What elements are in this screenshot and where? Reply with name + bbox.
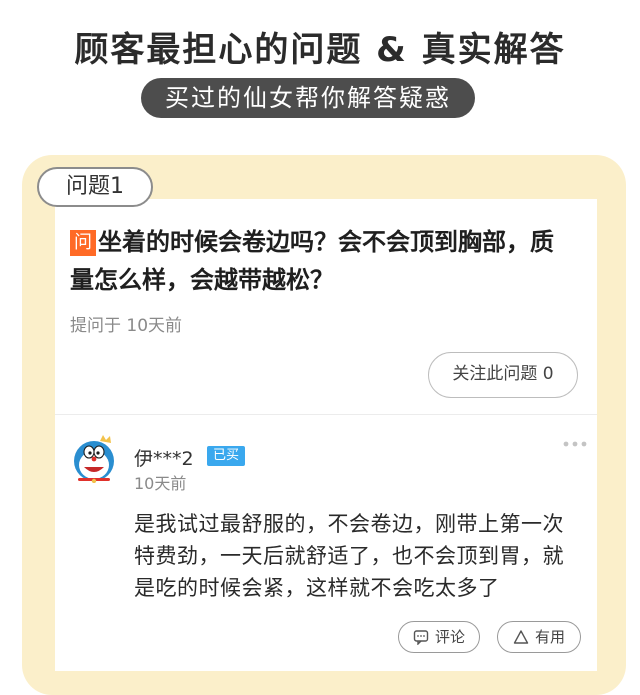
answerer-username[interactable]: 伊***2 (134, 444, 194, 471)
question-text: 坐着的时候会卷边吗？会不会顶到胸部，质量怎么样，会越带越松？ (70, 228, 554, 294)
question-title: 问坐着的时候会卷边吗？会不会顶到胸部，质量怎么样，会越带越松？ (70, 223, 570, 299)
comment-label: 评论 (434, 627, 465, 646)
answer-time: 10天前 (134, 474, 187, 493)
comment-icon (413, 630, 429, 645)
comment-button[interactable]: 评论 (398, 621, 480, 653)
doraemon-avatar-icon[interactable] (72, 435, 118, 484)
question-number-tag: 问题1 (37, 167, 153, 207)
subtitle-banner: 买过的仙女帮你解答疑惑 (141, 78, 475, 118)
follow-question-button[interactable]: 关注此问题 0 (428, 352, 578, 398)
triangle-up-icon (513, 630, 529, 644)
page-title: 顾客最担心的问题 & 真实解答 (74, 30, 566, 70)
question-asked-time: 提问于 10天前 (70, 316, 183, 336)
divider (55, 414, 597, 415)
more-options-icon[interactable] (562, 436, 588, 450)
answer-text: 是我试过最舒服的，不会卷边，刚带上第一次特费劲，一天后就舒适了，也不会顶到胃，就… (134, 512, 564, 600)
useful-label: 有用 (534, 627, 565, 646)
useful-button[interactable]: 有用 (497, 621, 581, 653)
bought-badge: 已买 (207, 446, 245, 466)
ask-badge: 问 (70, 230, 96, 256)
